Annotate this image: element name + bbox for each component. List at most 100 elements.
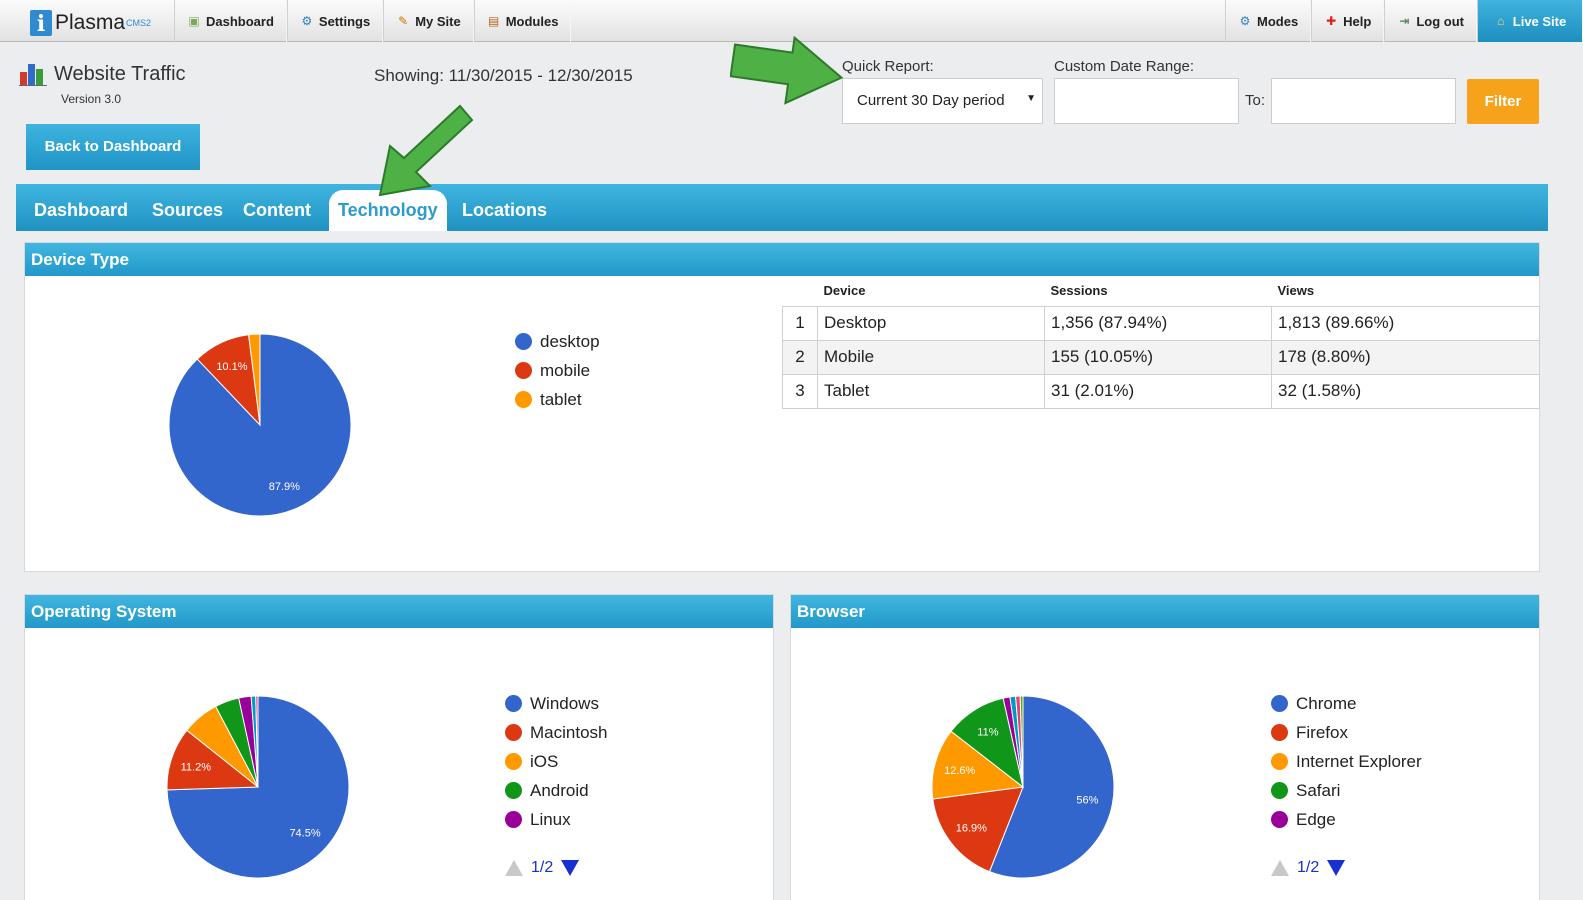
table-cell: 1	[782, 305, 818, 341]
date-from-input[interactable]	[1054, 78, 1239, 124]
dropdown-caret-icon: ▼	[1026, 93, 1036, 104]
page-up-icon[interactable]	[505, 860, 523, 876]
filter-button[interactable]: Filter	[1467, 79, 1539, 124]
legend-dot	[1271, 782, 1288, 799]
plasma-logo[interactable]: i PlasmaCMS2	[30, 6, 152, 37]
os-legend-pager: 1/2	[505, 859, 580, 877]
column-header: Sessions	[1044, 276, 1272, 307]
column-header: Views	[1271, 276, 1540, 307]
page-title: Website Traffic	[54, 63, 186, 85]
legend-dot	[505, 811, 522, 828]
table-cell: 2	[782, 339, 818, 375]
legend-item[interactable]: Safari	[1271, 776, 1422, 805]
legend-dot	[515, 362, 532, 379]
report-tabs: Dashboard Sources Content Technology Loc…	[16, 184, 1548, 231]
pie-slice-label: 11%	[977, 727, 998, 739]
nav-help[interactable]: ✚ Help	[1311, 0, 1385, 42]
legend-dot	[515, 391, 532, 408]
operating-system-heading: Operating System	[25, 595, 773, 628]
table-row: 3 Tablet 31 (2.01%) 32 (1.58%)	[782, 373, 1540, 409]
nav-logout-label: Log out	[1416, 13, 1464, 29]
box-icon: ▤	[488, 14, 500, 28]
legend-dot	[1271, 811, 1288, 828]
nav-modes-label: Modes	[1257, 13, 1299, 29]
tab-dashboard[interactable]: Dashboard	[34, 190, 128, 231]
legend-dot	[1271, 695, 1288, 712]
lifebuoy-icon: ✚	[1326, 14, 1337, 28]
legend-item[interactable]: mobile	[515, 356, 600, 385]
legend-dot	[505, 695, 522, 712]
utility-nav: ⚙ Modes ✚ Help ⇥ Log out ⌂ Live Site	[1225, 0, 1583, 42]
tab-sources[interactable]: Sources	[152, 190, 223, 231]
table-cell: 3	[782, 373, 818, 409]
legend-dot	[1271, 724, 1288, 741]
legend-label: Edge	[1296, 809, 1336, 829]
legend-dot	[1271, 753, 1288, 770]
nav-logout[interactable]: ⇥ Log out	[1384, 0, 1477, 42]
column-header: Device	[817, 276, 1045, 307]
pie-slice-label: 10.1%	[216, 361, 247, 373]
legend-item[interactable]: Linux	[505, 805, 607, 834]
legend-item[interactable]: Chrome	[1271, 689, 1422, 718]
legend-dot	[505, 782, 522, 799]
legend-label: Macintosh	[530, 722, 608, 742]
tab-content[interactable]: Content	[243, 190, 311, 231]
nav-live-site-label: Live Site	[1512, 13, 1567, 29]
quick-report-value: Current 30 Day period	[857, 92, 1005, 109]
table-header-row: Device Sessions Views	[782, 276, 1540, 307]
page-up-icon[interactable]	[1271, 860, 1289, 876]
device-pie-chart: 87.9% 10.1%	[168, 333, 352, 517]
nav-modules[interactable]: ▤ Modules	[473, 0, 572, 42]
legend-item[interactable]: Android	[505, 776, 607, 805]
legend-item[interactable]: desktop	[515, 327, 600, 356]
legend-label: Windows	[530, 693, 599, 713]
quick-report-select[interactable]: Current 30 Day period ▼	[842, 78, 1043, 124]
nav-dashboard[interactable]: ▣ Dashboard	[174, 0, 287, 42]
legend-item[interactable]: tablet	[515, 385, 600, 414]
table-cell: Mobile	[817, 339, 1045, 375]
table-cell: Desktop	[817, 305, 1045, 341]
custom-range-label: Custom Date Range:	[1054, 58, 1195, 75]
nav-modules-label: Modules	[505, 13, 559, 29]
nav-live-site[interactable]: ⌂ Live Site	[1477, 0, 1583, 42]
logout-icon: ⇥	[1399, 14, 1410, 28]
edit-icon: ✎	[398, 14, 409, 28]
browser-panel: Browser	[790, 594, 1540, 900]
legend-item[interactable]: Internet Explorer	[1271, 747, 1422, 776]
legend-item[interactable]: Windows	[505, 689, 607, 718]
gears-icon: ⚙	[1239, 14, 1251, 28]
annotation-arrow-technology	[378, 104, 474, 197]
nav-settings[interactable]: ⚙ Settings	[286, 0, 384, 42]
page-down-icon[interactable]	[1327, 860, 1346, 876]
legend-item[interactable]: Edge	[1271, 805, 1422, 834]
table-cell: 155 (10.05%)	[1044, 339, 1272, 375]
bar-chart-icon	[19, 64, 47, 86]
back-to-dashboard-button[interactable]: Back to Dashboard	[26, 124, 200, 170]
legend-label: Android	[530, 780, 589, 800]
table-cell: 31 (2.01%)	[1044, 373, 1272, 409]
legend-item[interactable]: Macintosh	[505, 718, 607, 747]
logo-sup: CMS2	[126, 18, 152, 28]
page-down-icon[interactable]	[561, 860, 580, 876]
legend-dot	[505, 724, 522, 741]
pie-slice-label: 16.9%	[956, 822, 987, 834]
date-to-input[interactable]	[1271, 78, 1456, 124]
pie-slice-label: 56%	[1076, 794, 1098, 806]
operating-system-panel: Operating System	[24, 594, 774, 900]
date-range-display: Showing: 11/30/2015 - 12/30/2015	[374, 66, 633, 85]
legend-dot	[505, 753, 522, 770]
browser-legend-pager: 1/2	[1271, 859, 1346, 877]
table-cell: Tablet	[817, 373, 1045, 409]
browser-heading: Browser	[791, 595, 1539, 628]
legend-item[interactable]: iOS	[505, 747, 607, 776]
legend-label: desktop	[540, 331, 600, 351]
logo-i-icon: i	[30, 10, 52, 37]
nav-settings-label: Settings	[318, 13, 371, 29]
legend-label: mobile	[540, 360, 591, 380]
legend-item[interactable]: Firefox	[1271, 718, 1422, 747]
column-header	[782, 276, 818, 307]
device-table: Device Sessions Views 1 Desktop 1,356 (8…	[782, 276, 1540, 409]
nav-modes[interactable]: ⚙ Modes	[1225, 0, 1312, 42]
nav-my-site[interactable]: ✎ My Site	[383, 0, 474, 42]
table-cell: 1,813 (89.66%)	[1271, 305, 1540, 341]
